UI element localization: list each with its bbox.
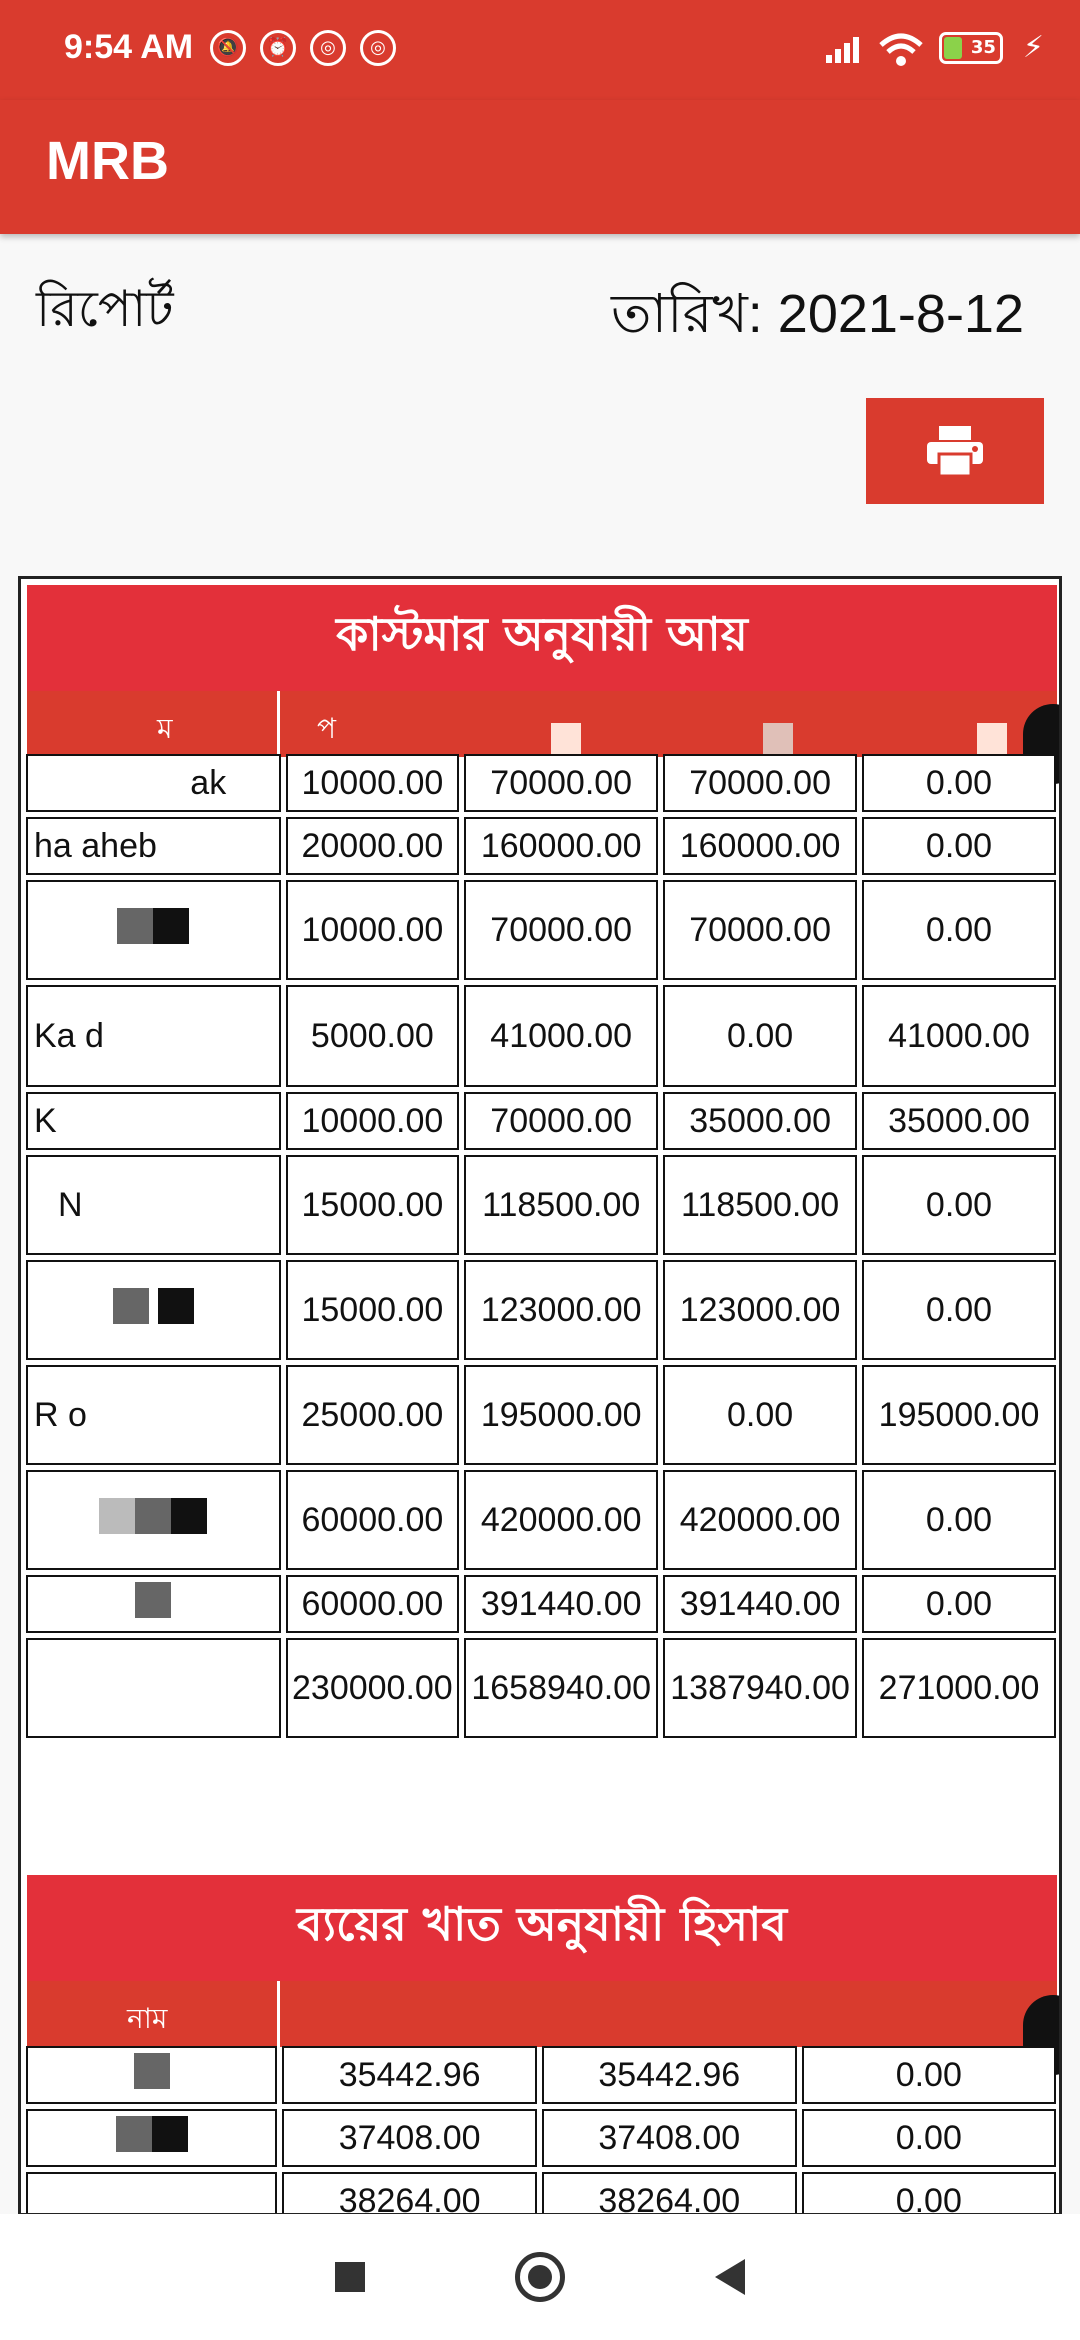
expense-section-title: ব্যয়ের খাত অনুযায়ী হিসাব (27, 1875, 1057, 1981)
row-name: K (26, 1092, 281, 1150)
table-row: 60000.00 420000.00 420000.00 0.00 (26, 1470, 1056, 1570)
income-table: ak 10000.00 70000.00 70000.00 0.00 ha ah… (21, 749, 1059, 1743)
table-row: N 15000.00 118500.00 118500.00 0.00 (26, 1155, 1056, 1255)
income-table-header: ম প (27, 691, 1057, 757)
row-name (26, 880, 281, 980)
income-section-title: কাস্টমার অনুযায়ী আয় (27, 585, 1057, 691)
totals-row: 230000.00 1658940.00 1387940.00 271000.0… (26, 1638, 1056, 1738)
row-name: N (26, 1155, 281, 1255)
alarm-icon: ⏰ (260, 30, 296, 66)
table-row: ak 10000.00 70000.00 70000.00 0.00 (26, 754, 1056, 812)
battery-level: 35 (970, 36, 996, 58)
row-name (26, 1470, 281, 1570)
report-container[interactable]: কাস্টমার অনুযায়ী আয় ম প ak 10000.00 70… (18, 576, 1062, 2216)
row-name (26, 1260, 281, 1360)
notification-icons: 🔕 ⏰ ◎ ◎ (210, 30, 396, 66)
app-notification-icon: ◎ (310, 30, 346, 66)
table-row: 15000.00 123000.00 123000.00 0.00 (26, 1260, 1056, 1360)
home-button[interactable] (515, 2252, 565, 2302)
table-row: R o 25000.00 195000.00 0.00 195000.00 (26, 1365, 1056, 1465)
app-bar: MRB (0, 100, 1080, 234)
table-row: 37408.00 37408.00 0.00 (26, 2109, 1056, 2167)
system-icons: 35 ⚡ (825, 30, 1044, 66)
row-name (26, 2046, 278, 2104)
row-name (26, 2172, 278, 2213)
report-date: তারিখ: 2021-8-12 (611, 284, 1024, 344)
print-button[interactable] (866, 398, 1044, 504)
row-name: Ka d (26, 985, 281, 1087)
income-col-name: ম (157, 712, 173, 745)
printer-icon (927, 426, 983, 478)
row-name: ak (26, 754, 281, 812)
row-name (26, 2109, 278, 2167)
app-notification-icon-2: ◎ (360, 30, 396, 66)
table-row: Ka d 5000.00 41000.00 0.00 41000.00 (26, 985, 1056, 1087)
mute-icon: 🔕 (210, 30, 246, 66)
expense-table: 35442.96 35442.96 0.00 37408.00 37408.00… (21, 2041, 1059, 2213)
row-name (26, 1638, 281, 1738)
table-row: 35442.96 35442.96 0.00 (26, 2046, 1056, 2104)
charging-icon: ⚡ (1022, 30, 1044, 65)
table-row: ha aheb 20000.00 160000.00 160000.00 0.0… (26, 817, 1056, 875)
table-row: 38264.00 38264.00 0.00 (26, 2172, 1056, 2213)
expense-col-name: নাম (127, 2002, 168, 2035)
system-nav-bar (0, 2214, 1080, 2340)
back-button[interactable] (715, 2259, 745, 2295)
table-row: K 10000.00 70000.00 35000.00 35000.00 (26, 1092, 1056, 1150)
status-time: 9:54 AM (64, 28, 194, 66)
table-row: 60000.00 391440.00 391440.00 0.00 (26, 1575, 1056, 1633)
row-name: ha aheb (26, 817, 281, 875)
wifi-icon (879, 33, 923, 66)
status-bar: 9:54 AM 🔕 ⏰ ◎ ◎ 35 ⚡ (0, 0, 1080, 100)
row-name (26, 1575, 281, 1633)
row-name: R o (26, 1365, 281, 1465)
battery-icon: 35 (938, 31, 1003, 64)
table-row: 10000.00 70000.00 70000.00 0.00 (26, 880, 1056, 980)
app-title: MRB (46, 131, 169, 191)
recents-button[interactable] (335, 2262, 365, 2292)
income-col-2: প (317, 712, 337, 745)
expense-table-header: নাম (27, 1981, 1057, 2047)
signal-icon (825, 33, 859, 63)
report-label: রিপোর্ট (36, 280, 174, 338)
